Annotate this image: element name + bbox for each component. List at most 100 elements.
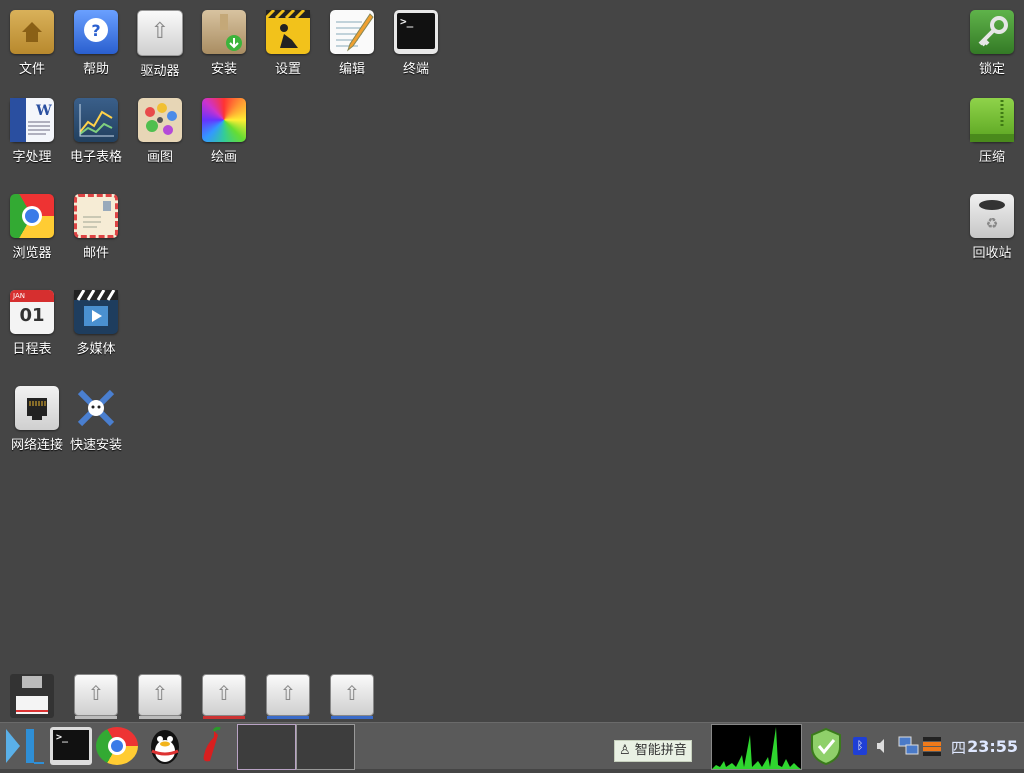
palette-icon bbox=[138, 98, 182, 142]
calendar-month: JAN bbox=[10, 290, 54, 302]
day-of-week: 四 bbox=[950, 739, 966, 757]
paint-label: 画图 bbox=[146, 150, 173, 165]
chrome-icon bbox=[10, 194, 54, 238]
settings-desktop-icon[interactable]: 设置 bbox=[256, 8, 320, 77]
install-desktop-icon[interactable]: 安装 bbox=[192, 10, 256, 77]
draw-desktop-icon[interactable]: 绘画 bbox=[192, 98, 256, 165]
drive-5-bar bbox=[331, 716, 373, 719]
editor-label: 编辑 bbox=[338, 62, 365, 77]
drive-label: 驱动器 bbox=[140, 64, 180, 79]
floppy-disk-icon[interactable] bbox=[10, 674, 54, 718]
tools-icon bbox=[74, 386, 118, 430]
security-shield-icon[interactable] bbox=[808, 727, 844, 766]
svg-text:?: ? bbox=[91, 21, 100, 40]
terminal-label: 终端 bbox=[402, 62, 429, 77]
network-status-icon[interactable] bbox=[898, 735, 920, 757]
bluetooth-icon[interactable]: ᛒ bbox=[853, 737, 867, 755]
terminal-launcher-icon[interactable]: >_ bbox=[50, 727, 92, 765]
cpu-monitor-graph[interactable] bbox=[711, 724, 802, 770]
browser-desktop-icon[interactable]: 浏览器 bbox=[0, 194, 64, 261]
help-label: 帮助 bbox=[82, 62, 109, 77]
spreadsheet-desktop-icon[interactable]: 电子表格 bbox=[64, 98, 128, 165]
network-desktop-icon[interactable]: 网络连接 bbox=[5, 386, 69, 453]
pepper-icon[interactable] bbox=[192, 726, 232, 765]
help-desktop-icon[interactable]: ? 帮助 bbox=[64, 10, 128, 77]
compress-desktop-icon[interactable]: 压缩 bbox=[960, 98, 1024, 165]
terminal-icon: >_ bbox=[394, 10, 438, 54]
key-icon bbox=[970, 10, 1014, 54]
paint-desktop-icon[interactable]: 画图 bbox=[128, 98, 192, 165]
drive-1-icon[interactable] bbox=[74, 674, 118, 719]
qq-penguin-icon[interactable] bbox=[144, 727, 186, 765]
drive-desktop-icon[interactable]: 驱动器 bbox=[128, 10, 192, 79]
ime-penguin-icon: ♙ bbox=[619, 743, 631, 758]
battery-stack-icon[interactable] bbox=[922, 735, 942, 757]
construction-icon bbox=[264, 8, 310, 54]
lock-label: 锁定 bbox=[978, 62, 1005, 77]
draw-label: 绘画 bbox=[210, 150, 237, 165]
drive-icon bbox=[137, 10, 183, 56]
drive-3-bar bbox=[203, 716, 245, 719]
lock-desktop-icon[interactable]: 锁定 bbox=[960, 10, 1024, 77]
envelope-icon bbox=[74, 194, 118, 238]
svg-text:W: W bbox=[35, 103, 52, 119]
editor-desktop-icon[interactable]: 编辑 bbox=[320, 10, 384, 77]
workspace-2[interactable] bbox=[296, 724, 355, 770]
quick-install-label: 快速安装 bbox=[69, 438, 122, 453]
clock[interactable]: 23:55 bbox=[967, 737, 1018, 756]
drive-1-bar bbox=[75, 716, 117, 719]
notepad-icon bbox=[330, 10, 374, 54]
drive-4-icon[interactable] bbox=[266, 674, 310, 719]
spreadsheet-label: 电子表格 bbox=[69, 150, 122, 165]
drive-2-icon[interactable] bbox=[138, 674, 182, 719]
archive-icon bbox=[970, 98, 1014, 142]
taskbar: >_ ♙ 智能拼音 ᛒ 四 23:55 bbox=[0, 722, 1024, 770]
drive-3-icon[interactable] bbox=[202, 674, 246, 719]
drive-2-bar bbox=[139, 716, 181, 719]
terminal-launcher-prompt: >_ bbox=[56, 732, 69, 743]
terminal-prompt: >_ bbox=[400, 15, 414, 28]
help-icon: ? bbox=[74, 10, 118, 54]
drive-5-icon[interactable] bbox=[330, 674, 374, 719]
ime-indicator[interactable]: ♙ 智能拼音 bbox=[614, 740, 692, 762]
compress-label: 压缩 bbox=[978, 150, 1005, 165]
floppy-label-area bbox=[16, 696, 48, 714]
calendar-desktop-icon[interactable]: JAN 01 日程表 bbox=[0, 290, 64, 357]
terminal-launcher-screen: >_ bbox=[53, 730, 89, 760]
chrome-launcher-icon[interactable] bbox=[96, 727, 138, 765]
quick-install-desktop-icon[interactable]: 快速安装 bbox=[64, 386, 128, 453]
color-wheel-icon bbox=[202, 98, 246, 142]
desktop: 文件 ? 帮助 驱动器 安装 设置 编辑 >_ 终端 bbox=[0, 0, 1024, 722]
volume-icon[interactable] bbox=[875, 737, 889, 755]
calendar-icon: JAN 01 bbox=[10, 290, 54, 334]
spreadsheet-chart-icon bbox=[74, 98, 118, 142]
start-menu-icon[interactable] bbox=[4, 727, 46, 765]
multimedia-desktop-icon[interactable]: 多媒体 bbox=[64, 289, 128, 357]
terminal-screen: >_ bbox=[397, 13, 435, 49]
drive-4-bar bbox=[267, 716, 309, 719]
trash-desktop-icon[interactable]: ♻ 回收站 bbox=[960, 194, 1024, 261]
word-desktop-icon[interactable]: W 字处理 bbox=[0, 98, 64, 165]
workspace-1[interactable] bbox=[237, 724, 296, 770]
files-label: 文件 bbox=[18, 62, 45, 77]
clapperboard-icon bbox=[74, 289, 118, 334]
word-label: 字处理 bbox=[12, 150, 52, 165]
recycle-bin-icon: ♻ bbox=[970, 194, 1014, 238]
install-label: 安装 bbox=[210, 62, 237, 77]
folder-icon bbox=[10, 10, 54, 54]
mail-label: 邮件 bbox=[82, 246, 109, 261]
ime-label: 智能拼音 bbox=[634, 743, 687, 758]
trash-label: 回收站 bbox=[972, 246, 1012, 261]
calendar-day: 01 bbox=[19, 305, 45, 326]
calendar-label: 日程表 bbox=[12, 342, 52, 357]
package-icon bbox=[202, 10, 246, 54]
settings-label: 设置 bbox=[274, 62, 301, 77]
ethernet-port-icon bbox=[15, 386, 59, 430]
terminal-desktop-icon[interactable]: >_ 终端 bbox=[384, 10, 448, 77]
files-desktop-icon[interactable]: 文件 bbox=[0, 10, 64, 77]
mail-desktop-icon[interactable]: 邮件 bbox=[64, 194, 128, 261]
floppy-shutter bbox=[22, 676, 42, 688]
browser-label: 浏览器 bbox=[12, 246, 52, 261]
floppy-label-stripe bbox=[16, 710, 48, 712]
word-processor-icon: W bbox=[10, 98, 54, 142]
